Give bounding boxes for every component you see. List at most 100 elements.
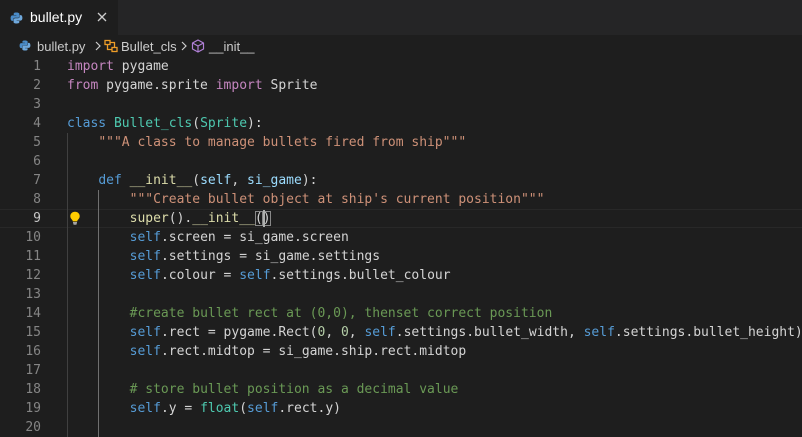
code-token: ,: [325, 325, 341, 340]
code-line[interactable]: 11 self.settings = si_game.settings: [0, 247, 802, 266]
code-token: ):: [301, 173, 318, 188]
line-number: 19: [25, 401, 41, 416]
tab-label: bullet.py: [30, 9, 83, 25]
code-editor[interactable]: 1 import pygame 2 from pygame.sprite import…: [0, 57, 802, 437]
code-token: Sprite: [262, 78, 318, 93]
line-number: 15: [25, 325, 41, 340]
code-token: ,: [231, 173, 248, 188]
chevron-right-icon: [95, 41, 101, 51]
code-token: def: [98, 173, 122, 188]
line-number: 17: [25, 363, 41, 378]
code-token: pygame: [113, 59, 169, 74]
breadcrumb-class[interactable]: Bullet_cls: [121, 39, 177, 54]
code-token: # store bullet position as a decimal val…: [129, 382, 459, 397]
line-number: 13: [25, 287, 41, 302]
lightbulb-icon[interactable]: [69, 211, 81, 225]
code-line[interactable]: 2 from pygame.sprite import Sprite: [0, 76, 802, 95]
code-text: """A class to manage bullets fired from …: [67, 133, 466, 152]
line-number: 18: [25, 382, 41, 397]
code-token: .y =: [160, 401, 201, 416]
code-line[interactable]: 20: [0, 418, 802, 437]
code-line[interactable]: 17: [0, 361, 802, 380]
code-line[interactable]: 15 self.rect = pygame.Rect(0, 0, self.se…: [0, 323, 802, 342]
code-line[interactable]: 7 def __init__(self, si_game):: [0, 171, 802, 190]
code-token: 0: [340, 325, 349, 340]
code-token: self: [583, 325, 615, 340]
code-line[interactable]: 19 self.y = float(self.rect.y): [0, 399, 802, 418]
code-token: .settings = si_game.settings: [160, 249, 381, 264]
code-token: self: [364, 325, 396, 340]
code-line[interactable]: 9 super().__init__(): [0, 209, 802, 228]
code-token: ().: [168, 211, 193, 226]
code-token: ,: [348, 325, 365, 340]
tab-bullet-py[interactable]: bullet.py: [0, 0, 118, 35]
editor-tab-bar: bullet.py: [0, 0, 802, 35]
code-token: super: [129, 211, 169, 226]
code-line[interactable]: 13: [0, 285, 802, 304]
code-token: __init__: [129, 173, 193, 188]
code-line[interactable]: 14 #create bullet rect at (0,0), thenset…: [0, 304, 802, 323]
code-text: self.screen = si_game.screen: [67, 228, 349, 247]
code-text: self.settings = si_game.settings: [67, 247, 380, 266]
code-text: from pygame.sprite import Sprite: [67, 76, 317, 95]
line-number: 4: [33, 116, 41, 131]
code-token: .settings.bullet_width,: [395, 325, 584, 340]
code-text: self.colour = self.settings.bullet_colou…: [67, 266, 451, 285]
code-token: (: [239, 401, 248, 416]
code-line[interactable]: 5 """A class to manage bullets fired fro…: [0, 133, 802, 152]
code-token: (: [192, 173, 201, 188]
code-token: Bullet_cls: [113, 116, 193, 131]
code-token: """Create bullet object at ship's curren…: [129, 192, 545, 207]
code-token: .rect.y): [278, 401, 341, 416]
code-text: self.rect = pygame.Rect(0, 0, self.setti…: [67, 323, 802, 342]
code-token: self: [129, 325, 161, 340]
python-file-icon: [10, 12, 23, 24]
line-number: 20: [25, 420, 41, 435]
breadcrumb-method[interactable]: __init__: [209, 39, 255, 54]
code-line[interactable]: 12 self.colour = self.settings.bullet_co…: [0, 266, 802, 285]
line-number: 11: [25, 249, 41, 264]
code-token: (: [192, 116, 201, 131]
code-token: from: [67, 78, 99, 93]
line-number: 5: [33, 135, 41, 150]
code-token: self: [239, 268, 271, 283]
breadcrumb-file[interactable]: bullet.py: [37, 39, 85, 54]
code-token: float: [200, 401, 240, 416]
code-line[interactable]: 10 self.screen = si_game.screen: [0, 228, 802, 247]
code-token: self: [129, 249, 161, 264]
code-line[interactable]: 3: [0, 95, 802, 114]
code-token: ):: [247, 116, 263, 131]
code-line[interactable]: 16 self.rect.midtop = si_game.ship.rect.…: [0, 342, 802, 361]
method-symbol-icon: [191, 39, 205, 53]
line-number: 2: [33, 78, 41, 93]
line-number: 8: [33, 192, 41, 207]
code-token: .rect = pygame.Rect(: [160, 325, 318, 340]
line-number: 12: [25, 268, 41, 283]
line-number: 6: [33, 154, 41, 169]
code-text: def __init__(self, si_game):: [67, 171, 318, 190]
code-text: """Create bullet object at ship's curren…: [67, 190, 545, 209]
code-token: #create bullet rect at (0,0), thenset co…: [129, 306, 553, 321]
code-token: import: [215, 78, 263, 93]
code-line[interactable]: 6: [0, 152, 802, 171]
breadcrumb: bullet.py Bullet_cls __init__: [0, 35, 802, 57]
line-number: 7: [33, 173, 41, 188]
python-file-icon: [19, 40, 31, 51]
close-icon[interactable]: [95, 10, 109, 24]
line-number: 16: [25, 344, 41, 359]
code-token: __init__: [192, 211, 255, 226]
code-text: #create bullet rect at (0,0), thenset co…: [67, 304, 553, 323]
code-text: class Bullet_cls(Sprite):: [67, 114, 263, 133]
code-line[interactable]: 1 import pygame: [0, 57, 802, 76]
code-token: .rect.midtop = si_game.ship.rect.midtop: [160, 344, 467, 359]
code-line[interactable]: 18 # store bullet position as a decimal …: [0, 380, 802, 399]
code-token: self: [129, 344, 161, 359]
line-number: 1: [33, 59, 41, 74]
code-line[interactable]: 4 class Bullet_cls(Sprite):: [0, 114, 802, 133]
code-line[interactable]: 8 """Create bullet object at ship's curr…: [0, 190, 802, 209]
indent-guide-class: [67, 133, 68, 437]
